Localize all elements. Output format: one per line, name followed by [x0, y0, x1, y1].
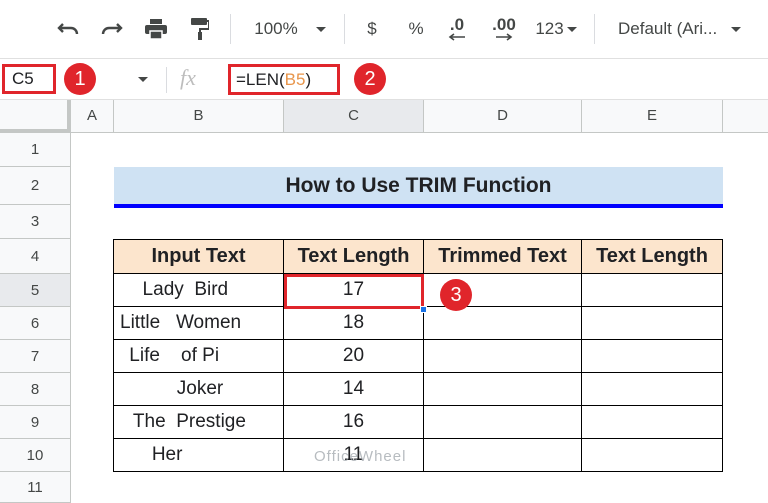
row-header-4[interactable]: 4 — [0, 239, 71, 274]
text-length-cell[interactable]: 20 — [284, 340, 424, 373]
callout-badge-2: 2 — [354, 63, 386, 95]
formula-input[interactable]: =LEN(B5) — [228, 64, 340, 95]
select-all-corner[interactable] — [0, 100, 71, 133]
row-header-10[interactable]: 10 — [0, 439, 71, 472]
input-text-cell[interactable]: Lady Bird — [113, 274, 284, 307]
watermark: OfficeWheel — [314, 448, 407, 465]
chevron-down-icon — [566, 26, 577, 32]
formula-prefix: =LEN( — [236, 70, 285, 89]
print-icon[interactable] — [140, 14, 172, 44]
text-length-cell[interactable]: 18 — [284, 307, 424, 340]
toolbar-divider — [230, 14, 231, 44]
input-text-cell[interactable]: Joker — [113, 373, 284, 406]
trimmed-length-cell[interactable] — [582, 373, 723, 406]
row-header-6[interactable]: 6 — [0, 307, 71, 340]
column-header-c[interactable]: C — [284, 100, 424, 133]
trimmed-text-cell[interactable] — [424, 373, 582, 406]
column-header-f[interactable] — [723, 100, 768, 133]
row-header-3[interactable]: 3 — [0, 205, 71, 239]
toolbar: 100% $ % .0 .00 123 Default (Ari... — [0, 0, 768, 58]
trimmed-length-cell[interactable] — [582, 274, 723, 307]
input-text-cell[interactable]: The Prestige — [113, 406, 284, 439]
callout-badge-3: 3 — [440, 279, 472, 311]
row-header-8[interactable]: 8 — [0, 373, 71, 406]
text-length-cell[interactable]: 14 — [284, 373, 424, 406]
number-format-label: 123 — [535, 19, 564, 38]
row-header-11[interactable]: 11 — [0, 472, 71, 503]
toolbar-divider — [594, 14, 595, 44]
increase-decimal-button[interactable]: .00 — [484, 14, 524, 44]
paint-format-icon[interactable] — [184, 14, 216, 44]
header-cell-text-length[interactable]: Text Length — [284, 239, 424, 274]
trimmed-length-cell[interactable] — [582, 406, 723, 439]
trimmed-length-cell[interactable] — [582, 340, 723, 373]
fill-handle[interactable] — [420, 306, 427, 313]
font-select[interactable]: Default (Ari... — [608, 14, 758, 44]
number-format-select[interactable]: 123 — [530, 14, 582, 44]
increase-decimal-label: .00 — [492, 15, 516, 34]
active-cell-selection — [284, 274, 424, 309]
name-box[interactable]: C5 — [2, 64, 56, 94]
arrow-right-icon — [496, 33, 513, 41]
chevron-down-icon — [315, 26, 326, 32]
formula-bar: C5 1 fx =LEN(B5) 2 — [0, 58, 768, 100]
chevron-down-icon[interactable] — [138, 77, 148, 82]
arrow-left-icon — [448, 33, 465, 41]
trimmed-text-cell[interactable] — [424, 340, 582, 373]
undo-icon[interactable] — [52, 14, 84, 44]
column-header-d[interactable]: D — [424, 100, 582, 133]
row-header-7[interactable]: 7 — [0, 340, 71, 373]
decrease-decimal-button[interactable]: .0 — [440, 14, 474, 44]
column-header-e[interactable]: E — [582, 100, 723, 133]
trimmed-length-cell[interactable] — [582, 307, 723, 340]
callout-badge-1: 1 — [64, 63, 96, 95]
header-cell-trimmed-text[interactable]: Trimmed Text — [424, 239, 582, 274]
fx-icon: fx — [180, 65, 196, 90]
redo-icon[interactable] — [96, 14, 128, 44]
sheet-title[interactable]: How to Use TRIM Function — [114, 167, 723, 205]
percent-format-button[interactable]: % — [402, 14, 430, 44]
input-text-cell[interactable]: Life of Pi — [113, 340, 284, 373]
chevron-down-icon — [731, 26, 742, 32]
formula-suffix: ) — [305, 70, 312, 89]
row-header-2[interactable]: 2 — [0, 167, 71, 205]
column-header-b[interactable]: B — [114, 100, 284, 133]
header-cell-text-length-trimmed[interactable]: Text Length — [582, 239, 723, 274]
input-text-cell[interactable]: Little Women — [113, 307, 284, 340]
toolbar-divider — [344, 14, 345, 44]
title-underline — [114, 204, 723, 208]
row-header-9[interactable]: 9 — [0, 406, 71, 439]
trimmed-text-cell[interactable] — [424, 307, 582, 340]
font-label: Default (Ari... — [618, 19, 718, 38]
header-cell-input-text[interactable]: Input Text — [113, 239, 284, 274]
row-header-1[interactable]: 1 — [0, 133, 71, 167]
text-length-cell[interactable]: 16 — [284, 406, 424, 439]
trimmed-length-cell[interactable] — [582, 439, 723, 472]
decrease-decimal-label: .0 — [449, 15, 465, 34]
column-header-a[interactable]: A — [71, 100, 114, 133]
currency-format-button[interactable]: $ — [358, 14, 386, 44]
trimmed-text-cell[interactable] — [424, 406, 582, 439]
zoom-value: 100% — [254, 19, 298, 38]
row-header-5[interactable]: 5 — [0, 274, 71, 307]
trimmed-text-cell[interactable] — [424, 439, 582, 472]
formula-reference: B5 — [284, 70, 306, 89]
formula-divider — [166, 67, 167, 93]
zoom-select[interactable]: 100% — [244, 14, 336, 44]
input-text-cell[interactable]: Her — [113, 439, 284, 472]
